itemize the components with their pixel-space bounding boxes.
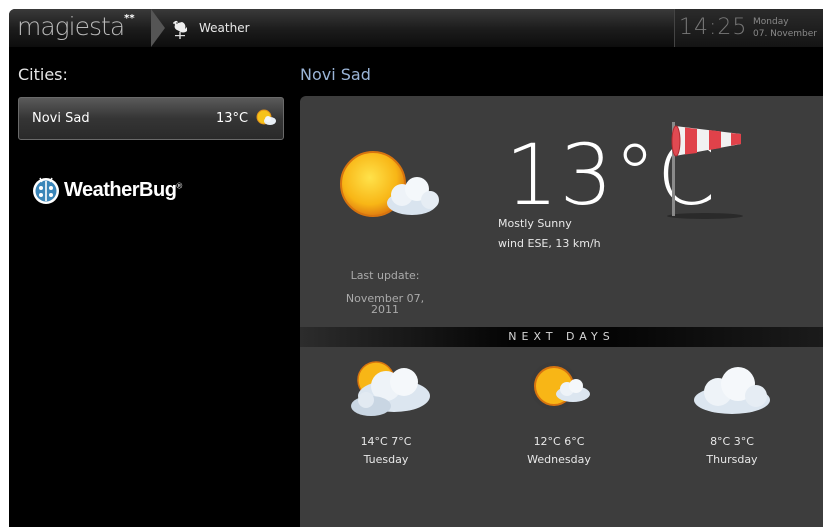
forecast-day[interactable]: 12°C 6°C Wednesday [499,356,619,466]
mostly-sunny-icon [340,151,439,217]
last-update-label: Last update: [350,269,420,282]
windsock-icon [667,122,743,219]
mostly-sunny-icon [530,362,590,410]
clock-day: Monday [753,17,789,27]
app-logo[interactable]: magiesta** [17,12,135,41]
weather-panel: 13°C Mostly Sunny wind ESE, 13 km/h Last… [300,96,823,527]
next-days-bar: NEXT DAYS [300,327,823,347]
breadcrumb-label: Weather [199,21,250,35]
breadcrumb-weather[interactable]: Weather [151,9,271,47]
weatherbug-text: WeatherBug® [64,179,182,201]
breadcrumb-arrow [151,9,165,47]
clock-date: 07. November [753,29,817,39]
city-item-novi-sad[interactable]: Novi Sad 13°C [18,97,284,140]
city-name: Novi Sad [32,111,90,126]
partly-cloudy-icon [351,361,430,416]
last-update-date: November 07, 2011 [345,292,425,316]
top-bar: magiesta** Weather 14:25 Monday 07. Nove… [9,9,823,48]
clock-panel: 14:25 Monday 07. November [674,9,823,47]
clock-time: 14:25 [679,15,748,40]
weatherbug-bug-icon [33,177,59,204]
cloudy-icon [694,367,770,414]
city-temp: 13°C [216,111,249,126]
forecast-temps: 14°C 7°C [360,435,412,448]
forecast-day-name: Thursday [706,453,758,466]
partly-sunny-icon [256,109,276,125]
forecast-temps: 8°C 3°C [710,435,754,448]
forecast-temps: 12°C 6°C [533,435,585,448]
next-days-label: NEXT DAYS [508,330,615,343]
cities-heading: Cities: [18,65,68,84]
current-city-title: Novi Sad [300,65,371,84]
wind-text: wind ESE, 13 km/h [498,237,601,250]
condition-text: Mostly Sunny [498,217,572,230]
weathervane-rooster-icon [173,20,187,39]
weatherbug-logo: WeatherBug® [31,175,201,209]
forecast-day-name: Wednesday [527,453,591,466]
forecast-day[interactable]: 8°C 3°C Thursday [672,356,792,466]
forecast-day[interactable]: 14°C 7°C Tuesday [326,356,446,466]
forecast-day-name: Tuesday [363,453,409,466]
app-window: magiesta** Weather 14:25 Monday 07. Nove… [9,9,823,527]
